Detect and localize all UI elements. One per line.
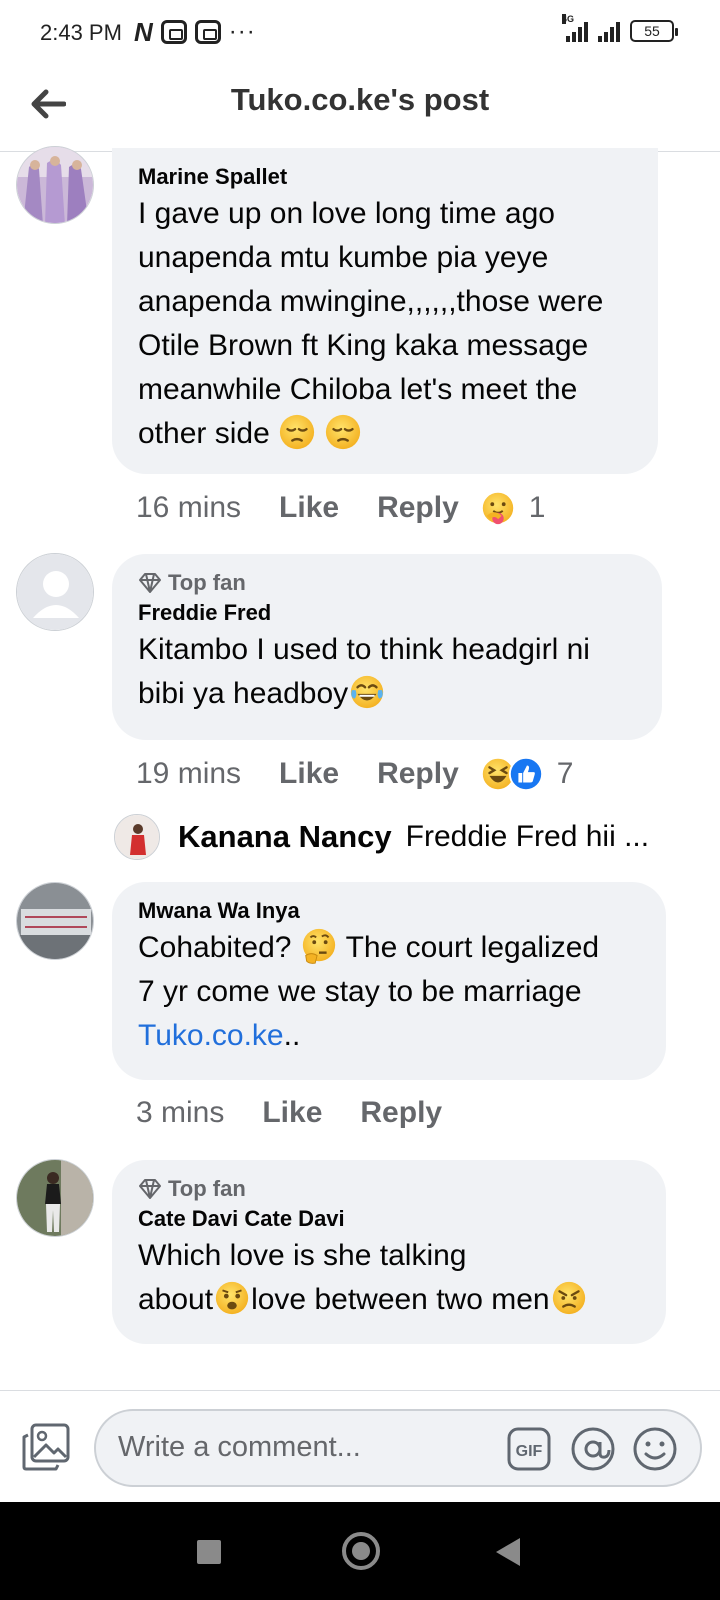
app-notification-icon — [160, 20, 187, 44]
comment-age[interactable]: 16 mins — [136, 491, 241, 525]
reply-button[interactable]: Reply — [377, 491, 459, 525]
comment-text: Kitambo I used to think headgirl ni bibi… — [138, 633, 590, 710]
care-reaction-icon — [480, 490, 515, 526]
comment-actions: 19 mins Like Reply 7 — [136, 754, 573, 794]
avatar[interactable] — [114, 814, 160, 860]
avatar[interactable] — [16, 882, 94, 960]
top-fan-badge: Top fan — [138, 1174, 640, 1204]
gif-icon: GIF — [507, 1427, 551, 1471]
comment-text: Cohabited? The court legalized 7 yr come… — [138, 926, 640, 1058]
like-reaction-icon — [508, 756, 543, 792]
reply-text: Freddie Fred hii ... — [405, 820, 650, 853]
anguished-face-emoji-icon — [215, 1281, 249, 1315]
comment-actions: 16 mins Like Reply 1 — [136, 488, 545, 528]
netflix-icon: N — [134, 17, 153, 47]
comment-bubble[interactable]: Top fan Cate Davi Cate Davi Which love i… — [112, 1160, 666, 1344]
at-sign-icon — [571, 1427, 615, 1471]
emoji-button[interactable] — [632, 1426, 678, 1472]
comment-text: I gave up on love long time ago unapenda… — [138, 197, 604, 450]
more-notifications-icon: ··· — [228, 18, 256, 45]
like-button[interactable]: Like — [279, 757, 339, 791]
diamond-icon — [139, 1179, 161, 1199]
signal-4g-icon: 4G — [562, 14, 588, 42]
status-bar: 2:43 PM N ··· 4G 55 — [0, 0, 720, 66]
comment-input[interactable]: Write a comment... GIF — [94, 1409, 702, 1487]
mention-button[interactable] — [570, 1426, 616, 1472]
diamond-icon — [139, 573, 161, 593]
comment-author[interactable]: Freddie Fred — [138, 598, 636, 628]
comment-age[interactable]: 19 mins — [136, 757, 241, 791]
reaction-summary[interactable]: 7 — [479, 755, 574, 793]
reaction-count: 1 — [528, 491, 546, 524]
tears-of-joy-emoji-icon — [351, 675, 384, 709]
status-time: 2:43 PM — [40, 20, 122, 45]
battery-icon: 55 — [630, 20, 678, 42]
photo-icon — [22, 1423, 70, 1471]
system-nav-bar — [0, 1502, 720, 1600]
like-button[interactable]: Like — [262, 1096, 322, 1130]
avatar[interactable] — [16, 553, 94, 631]
like-button[interactable]: Like — [279, 491, 339, 525]
status-notification-icons: N ··· — [134, 17, 256, 47]
reply-author[interactable]: Kanana Nancy — [178, 819, 392, 855]
reply-preview[interactable]: Kanana Nancy Freddie Fred hii ... — [114, 812, 649, 862]
signal-icon — [598, 20, 620, 42]
comment-text: Which love is she talking about love betw… — [138, 1234, 640, 1322]
recents-button[interactable] — [197, 1540, 221, 1564]
status-right-icons: 4G 55 — [562, 14, 678, 42]
pensive-face-emoji-icon — [279, 414, 315, 450]
comment-author[interactable]: Marine Spallet — [138, 162, 632, 192]
comment-age[interactable]: 3 mins — [136, 1096, 224, 1130]
gif-button[interactable]: GIF — [506, 1426, 552, 1472]
reply-button[interactable]: Reply — [360, 1096, 442, 1130]
reaction-summary[interactable]: 1 — [479, 489, 546, 527]
svg-text:GIF: GIF — [516, 1443, 543, 1460]
thinking-face-emoji-icon — [302, 928, 335, 964]
pensive-face-emoji-icon — [326, 414, 361, 450]
home-button[interactable] — [342, 1532, 380, 1570]
smiley-icon — [633, 1427, 677, 1471]
avatar[interactable] — [16, 146, 94, 224]
comment-bubble[interactable]: Marine Spallet I gave up on love long ti… — [112, 148, 658, 474]
photo-button[interactable] — [20, 1421, 72, 1473]
app-notification-icon — [194, 20, 221, 44]
top-fan-badge: Top fan — [138, 568, 636, 598]
reply-button[interactable]: Reply — [377, 757, 459, 791]
comment-bubble[interactable]: Mwana Wa Inya Cohabited? The court legal… — [112, 882, 666, 1080]
post-header: Tuko.co.ke's post — [0, 66, 720, 152]
comment-bubble[interactable]: Top fan Freddie Fred Kitambo I used to t… — [112, 554, 662, 740]
page-title: Tuko.co.ke's post — [230, 82, 490, 117]
comment-author[interactable]: Mwana Wa Inya — [138, 896, 640, 926]
comment-actions: 3 mins Like Reply — [136, 1093, 480, 1133]
avatar[interactable] — [16, 1159, 94, 1237]
comment-author[interactable]: Cate Davi Cate Davi — [138, 1204, 640, 1234]
angry-face-emoji-icon — [552, 1281, 585, 1315]
comment-composer: Write a comment... GIF — [0, 1390, 720, 1502]
system-back-button[interactable] — [496, 1538, 520, 1566]
comment-input-placeholder: Write a comment... — [118, 1431, 361, 1463]
reaction-count: 7 — [556, 757, 574, 790]
tuko-link[interactable]: Tuko.co.ke — [138, 1019, 284, 1052]
